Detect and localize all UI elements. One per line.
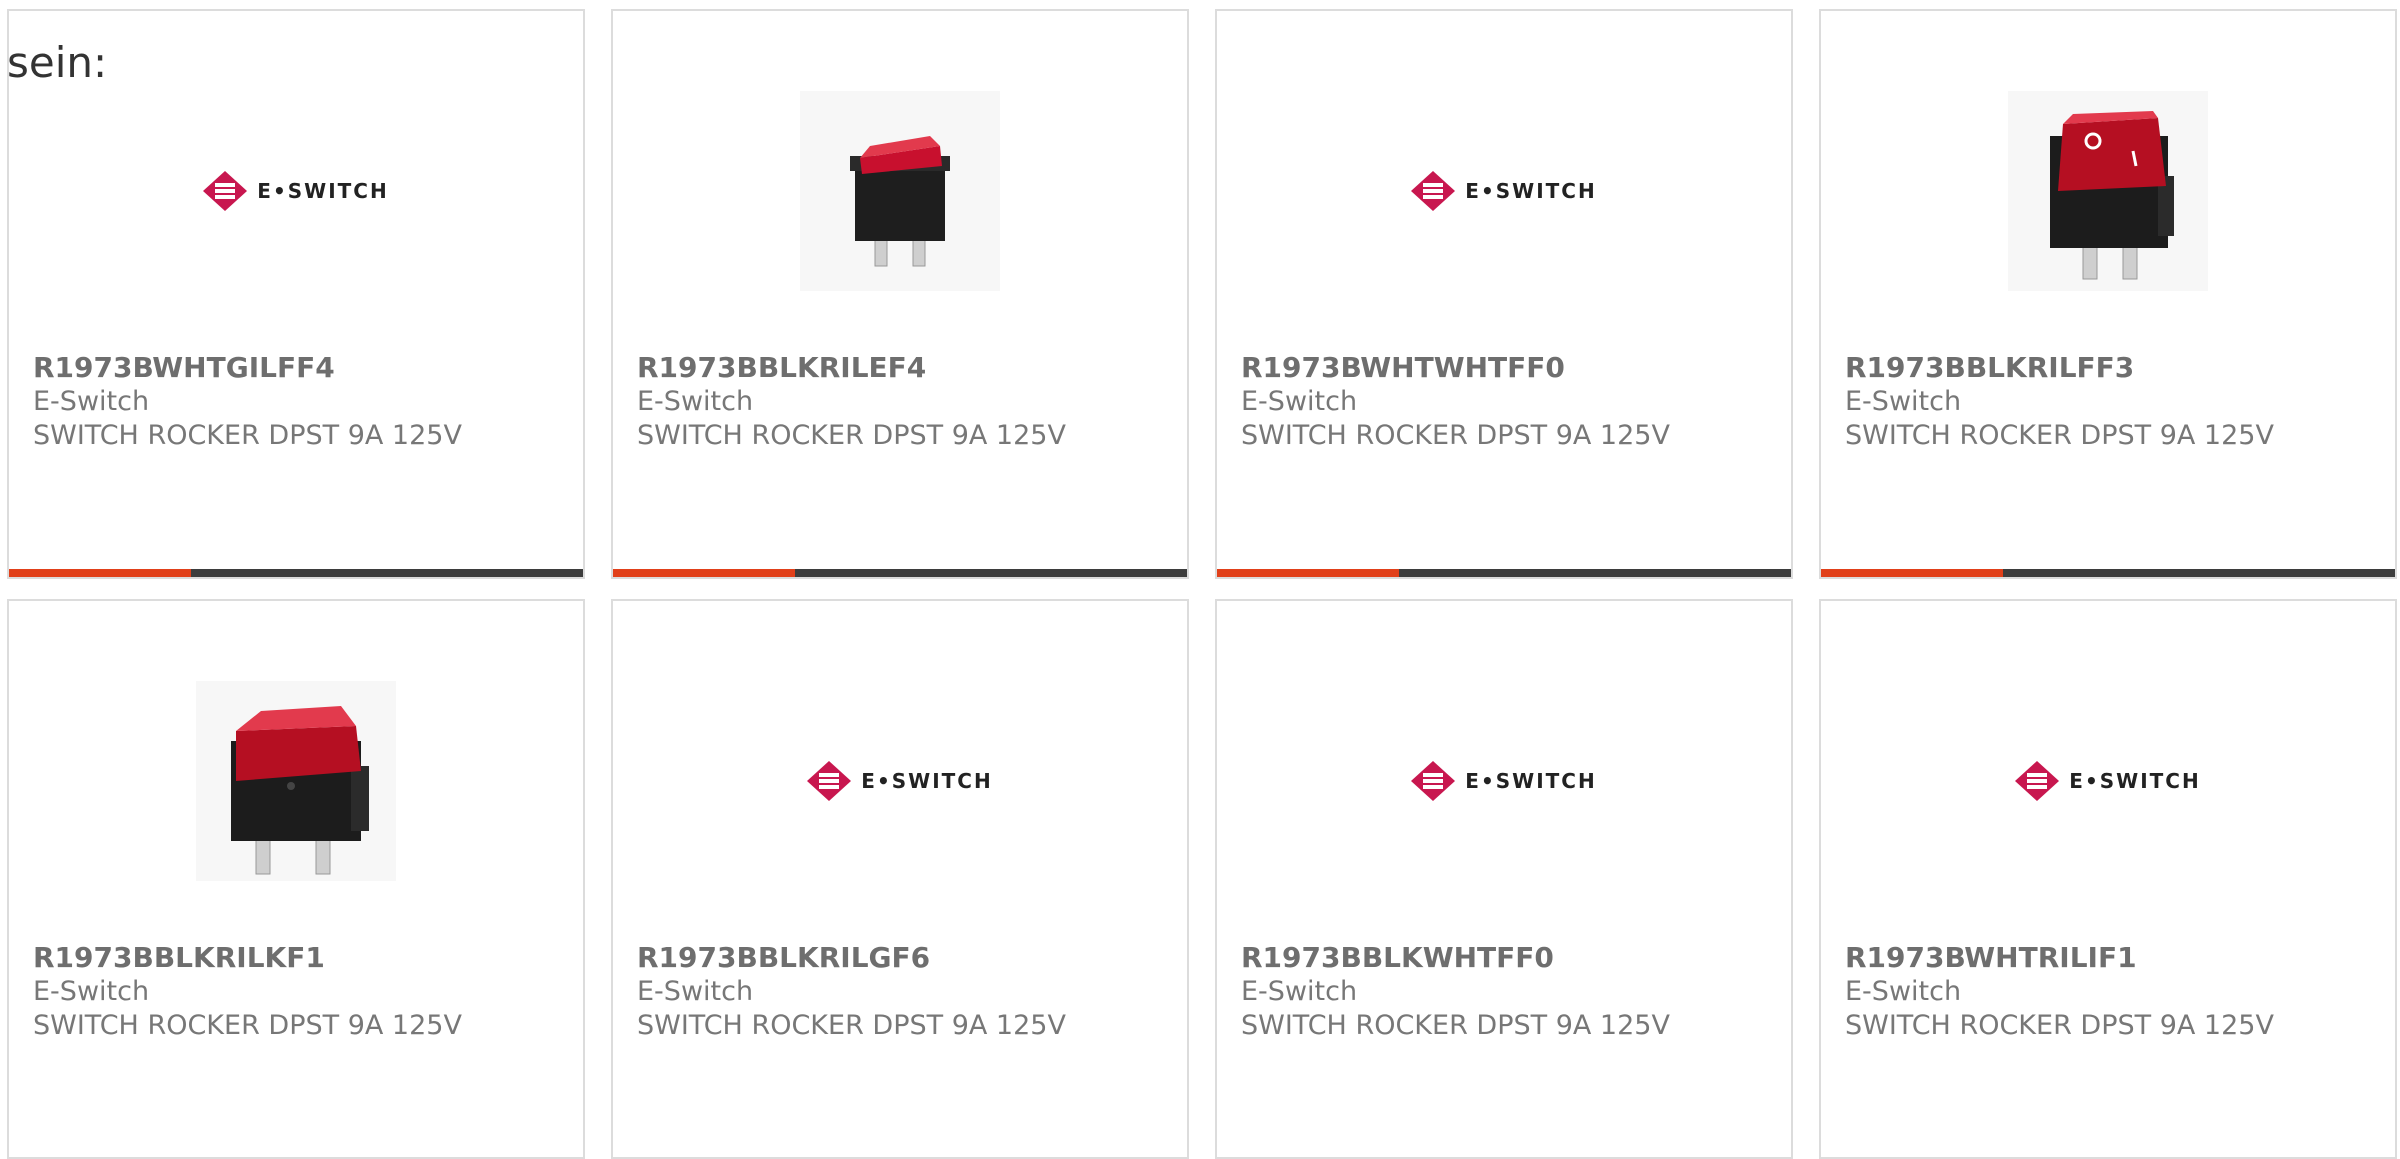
product-card[interactable]: E•SWITCH R1973BBLKWHTFF0 E-Switch SWITCH…	[1215, 599, 1793, 1159]
manufacturer: E-Switch	[1845, 386, 1962, 417]
logo-text: E•SWITCH	[861, 769, 993, 793]
part-number[interactable]: R1973BBLKRILKF1	[33, 941, 573, 975]
manufacturer: E-Switch	[1845, 976, 1962, 1007]
logo-text: E•SWITCH	[1465, 179, 1597, 203]
product-card[interactable]: E•SWITCH R1973BWHTRILIF1 E-Switch SWITCH…	[1819, 599, 2397, 1159]
description: SWITCH ROCKER DPST 9A 125V	[637, 1010, 1066, 1041]
eswitch-logo-icon	[807, 761, 852, 801]
part-number[interactable]: R1973BWHTWHTFF0	[1241, 351, 1781, 385]
intro-text: sein:	[7, 38, 108, 87]
card-bottom-bar	[9, 569, 583, 577]
eswitch-logo-icon	[1411, 761, 1456, 801]
part-number[interactable]: R1973BBLKRILFF3	[1845, 351, 2385, 385]
product-image	[9, 671, 583, 891]
part-number[interactable]: R1973BBLKWHTFF0	[1241, 941, 1781, 975]
description: SWITCH ROCKER DPST 9A 125V	[33, 1010, 462, 1041]
product-card[interactable]: E•SWITCH R1973BBLKRILGF6 E-Switch SWITCH…	[611, 599, 1189, 1159]
manufacturer: E-Switch	[33, 976, 150, 1007]
manufacturer: E-Switch	[637, 976, 754, 1007]
product-card[interactable]: E•SWITCH R1973BWHTGILFF4 E-Switch SWITCH…	[7, 9, 585, 579]
eswitch-logo: E•SWITCH	[2015, 761, 2200, 801]
product-image: E•SWITCH	[613, 671, 1187, 891]
manufacturer: E-Switch	[33, 386, 150, 417]
rocker-switch-photo	[196, 681, 396, 881]
description: SWITCH ROCKER DPST 9A 125V	[33, 420, 462, 451]
product-grid: E•SWITCH R1973BWHTGILFF4 E-Switch SWITCH…	[0, 0, 2400, 1159]
manufacturer: E-Switch	[637, 386, 754, 417]
description: SWITCH ROCKER DPST 9A 125V	[1845, 1010, 2274, 1041]
description: SWITCH ROCKER DPST 9A 125V	[637, 420, 1066, 451]
description: SWITCH ROCKER DPST 9A 125V	[1241, 420, 1670, 451]
card-bottom-bar	[613, 569, 1187, 577]
eswitch-logo-icon	[2015, 761, 2060, 801]
eswitch-logo-icon	[1411, 171, 1456, 211]
part-number[interactable]: R1973BWHTRILIF1	[1845, 941, 2385, 975]
product-card[interactable]: R1973BBLKRILKF1 E-Switch SWITCH ROCKER D…	[7, 599, 585, 1159]
description: SWITCH ROCKER DPST 9A 125V	[1241, 1010, 1670, 1041]
product-card[interactable]: R1973BBLKRILEF4 E-Switch SWITCH ROCKER D…	[611, 9, 1189, 579]
manufacturer: E-Switch	[1241, 386, 1358, 417]
description: SWITCH ROCKER DPST 9A 125V	[1845, 420, 2274, 451]
card-bottom-bar	[1821, 569, 2395, 577]
product-image: E•SWITCH	[1217, 81, 1791, 301]
eswitch-logo: E•SWITCH	[807, 761, 992, 801]
part-number[interactable]: R1973BBLKRILGF6	[637, 941, 1177, 975]
logo-text: E•SWITCH	[2069, 769, 2201, 793]
eswitch-logo-icon	[203, 171, 248, 211]
eswitch-logo: E•SWITCH	[203, 171, 388, 211]
card-bottom-bar	[1217, 569, 1791, 577]
product-image: E•SWITCH	[1217, 671, 1791, 891]
product-image	[1821, 81, 2395, 301]
rocker-switch-photo	[800, 91, 1000, 291]
logo-text: E•SWITCH	[1465, 769, 1597, 793]
product-card[interactable]: E•SWITCH R1973BWHTWHTFF0 E-Switch SWITCH…	[1215, 9, 1793, 579]
product-card[interactable]: R1973BBLKRILFF3 E-Switch SWITCH ROCKER D…	[1819, 9, 2397, 579]
part-number[interactable]: R1973BBLKRILEF4	[637, 351, 1177, 385]
manufacturer: E-Switch	[1241, 976, 1358, 1007]
product-image: E•SWITCH	[9, 81, 583, 301]
part-number[interactable]: R1973BWHTGILFF4	[33, 351, 573, 385]
eswitch-logo: E•SWITCH	[1411, 761, 1596, 801]
logo-text: E•SWITCH	[257, 179, 389, 203]
product-image	[613, 81, 1187, 301]
product-image: E•SWITCH	[1821, 671, 2395, 891]
rocker-switch-photo-on-off	[2008, 91, 2208, 291]
eswitch-logo: E•SWITCH	[1411, 171, 1596, 211]
